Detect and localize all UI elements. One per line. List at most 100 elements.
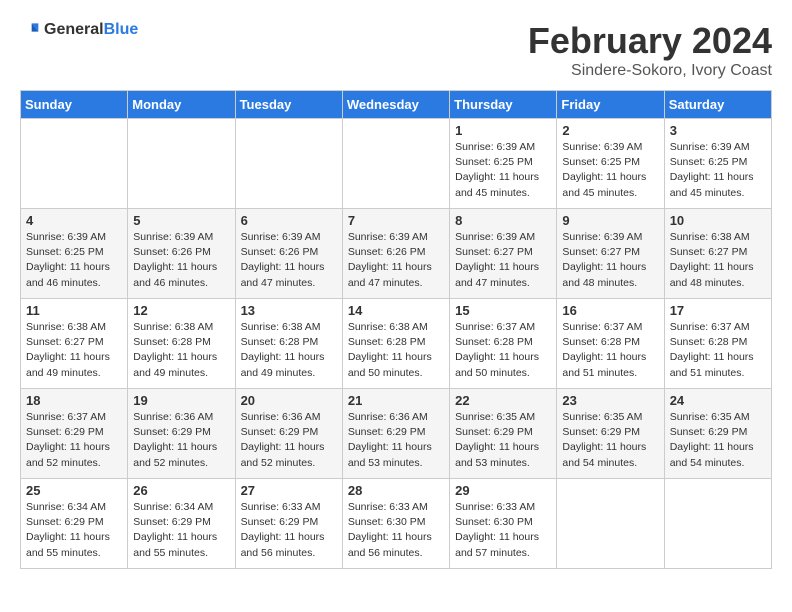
calendar-week-row: 18 Sunrise: 6:37 AMSunset: 6:29 PMDayligh… (21, 389, 772, 479)
day-info: Sunrise: 6:34 AMSunset: 6:29 PMDaylight:… (133, 500, 229, 561)
day-info: Sunrise: 6:38 AMSunset: 6:28 PMDaylight:… (348, 320, 444, 381)
calendar-cell: 18 Sunrise: 6:37 AMSunset: 6:29 PMDayligh… (21, 389, 128, 479)
calendar-cell: 5 Sunrise: 6:39 AMSunset: 6:26 PMDaylight… (128, 209, 235, 299)
day-number: 23 (562, 393, 658, 408)
calendar-week-row: 1 Sunrise: 6:39 AMSunset: 6:25 PMDaylight… (21, 119, 772, 209)
calendar-cell: 26 Sunrise: 6:34 AMSunset: 6:29 PMDayligh… (128, 479, 235, 569)
day-info: Sunrise: 6:35 AMSunset: 6:29 PMDaylight:… (562, 410, 658, 471)
day-number: 11 (26, 303, 122, 318)
calendar-cell (235, 119, 342, 209)
day-info: Sunrise: 6:35 AMSunset: 6:29 PMDaylight:… (455, 410, 551, 471)
calendar-cell: 16 Sunrise: 6:37 AMSunset: 6:28 PMDayligh… (557, 299, 664, 389)
day-info: Sunrise: 6:33 AMSunset: 6:30 PMDaylight:… (348, 500, 444, 561)
day-number: 8 (455, 213, 551, 228)
day-number: 15 (455, 303, 551, 318)
day-info: Sunrise: 6:39 AMSunset: 6:25 PMDaylight:… (455, 140, 551, 201)
calendar-week-row: 4Sunrise: 6:39 AMSunset: 6:25 PMDaylight… (21, 209, 772, 299)
day-number: 26 (133, 483, 229, 498)
calendar-cell: 23 Sunrise: 6:35 AMSunset: 6:29 PMDayligh… (557, 389, 664, 479)
day-info: Sunrise: 6:33 AMSunset: 6:30 PMDaylight:… (455, 500, 551, 561)
day-header-tuesday: Tuesday (235, 91, 342, 119)
calendar-cell: 17 Sunrise: 6:37 AMSunset: 6:28 PMDayligh… (664, 299, 771, 389)
day-number: 1 (455, 123, 551, 138)
calendar-week-row: 11Sunrise: 6:38 AMSunset: 6:27 PMDayligh… (21, 299, 772, 389)
day-number: 27 (241, 483, 337, 498)
day-number: 22 (455, 393, 551, 408)
logo-icon (20, 20, 40, 40)
calendar-cell: 12Sunrise: 6:38 AMSunset: 6:28 PMDayligh… (128, 299, 235, 389)
day-info: Sunrise: 6:36 AMSunset: 6:29 PMDaylight:… (241, 410, 337, 471)
calendar-cell: 6 Sunrise: 6:39 AMSunset: 6:26 PMDaylight… (235, 209, 342, 299)
day-info: Sunrise: 6:39 AMSunset: 6:25 PMDaylight:… (562, 140, 658, 201)
calendar-cell: 19 Sunrise: 6:36 AMSunset: 6:29 PMDayligh… (128, 389, 235, 479)
calendar-cell: 28 Sunrise: 6:33 AMSunset: 6:30 PMDayligh… (342, 479, 449, 569)
day-info: Sunrise: 6:39 AMSunset: 6:26 PMDaylight:… (133, 230, 229, 291)
day-header-thursday: Thursday (450, 91, 557, 119)
day-number: 29 (455, 483, 551, 498)
calendar-cell: 4Sunrise: 6:39 AMSunset: 6:25 PMDaylight… (21, 209, 128, 299)
title-area: February 2024 Sindere-Sokoro, Ivory Coas… (528, 20, 772, 80)
calendar-cell: 24Sunrise: 6:35 AMSunset: 6:29 PMDayligh… (664, 389, 771, 479)
day-number: 21 (348, 393, 444, 408)
day-info: Sunrise: 6:35 AMSunset: 6:29 PMDaylight:… (670, 410, 766, 471)
calendar-cell: 10 Sunrise: 6:38 AMSunset: 6:27 PMDayligh… (664, 209, 771, 299)
calendar-cell: 7 Sunrise: 6:39 AMSunset: 6:26 PMDaylight… (342, 209, 449, 299)
day-info: Sunrise: 6:37 AMSunset: 6:28 PMDaylight:… (670, 320, 766, 381)
day-number: 7 (348, 213, 444, 228)
calendar-cell: 15 Sunrise: 6:37 AMSunset: 6:28 PMDayligh… (450, 299, 557, 389)
day-number: 18 (26, 393, 122, 408)
day-header-friday: Friday (557, 91, 664, 119)
day-info: Sunrise: 6:38 AMSunset: 6:27 PMDaylight:… (670, 230, 766, 291)
day-info: Sunrise: 6:39 AMSunset: 6:26 PMDaylight:… (348, 230, 444, 291)
day-info: Sunrise: 6:39 AMSunset: 6:27 PMDaylight:… (562, 230, 658, 291)
calendar-cell: 20Sunrise: 6:36 AMSunset: 6:29 PMDayligh… (235, 389, 342, 479)
day-info: Sunrise: 6:37 AMSunset: 6:28 PMDaylight:… (455, 320, 551, 381)
day-info: Sunrise: 6:36 AMSunset: 6:29 PMDaylight:… (348, 410, 444, 471)
calendar-cell (342, 119, 449, 209)
day-number: 5 (133, 213, 229, 228)
calendar-cell: 25Sunrise: 6:34 AMSunset: 6:29 PMDayligh… (21, 479, 128, 569)
calendar-table: SundayMondayTuesdayWednesdayThursdayFrid… (20, 90, 772, 569)
calendar-cell (21, 119, 128, 209)
day-info: Sunrise: 6:33 AMSunset: 6:29 PMDaylight:… (241, 500, 337, 561)
calendar-cell: 2Sunrise: 6:39 AMSunset: 6:25 PMDaylight… (557, 119, 664, 209)
calendar-week-row: 25 Sunrise: 6:34 AMSunset: 6:29 PMDayligh… (21, 479, 772, 569)
day-header-monday: Monday (128, 91, 235, 119)
calendar-cell: 27 Sunrise: 6:33 AMSunset: 6:29 PMDayligh… (235, 479, 342, 569)
calendar-cell (664, 479, 771, 569)
day-number: 16 (562, 303, 658, 318)
day-number: 17 (670, 303, 766, 318)
logo-general-text: General (44, 21, 104, 38)
calendar-cell (128, 119, 235, 209)
day-info: Sunrise: 6:39 AMSunset: 6:26 PMDaylight:… (241, 230, 337, 291)
day-number: 28 (348, 483, 444, 498)
day-info: Sunrise: 6:36 AMSunset: 6:29 PMDaylight:… (133, 410, 229, 471)
day-info: Sunrise: 6:37 AMSunset: 6:28 PMDaylight:… (562, 320, 658, 381)
calendar-cell: 14 Sunrise: 6:38 AMSunset: 6:28 PMDayligh… (342, 299, 449, 389)
calendar-cell: 13 Sunrise: 6:38 AMSunset: 6:28 PMDayligh… (235, 299, 342, 389)
calendar-cell (557, 479, 664, 569)
day-info: Sunrise: 6:38 AMSunset: 6:28 PMDaylight:… (133, 320, 229, 381)
calendar-cell: 29 Sunrise: 6:33 AMSunset: 6:30 PMDayligh… (450, 479, 557, 569)
calendar-header-row: SundayMondayTuesdayWednesdayThursdayFrid… (21, 91, 772, 119)
day-info: Sunrise: 6:39 AMSunset: 6:27 PMDaylight:… (455, 230, 551, 291)
calendar-cell: 21 Sunrise: 6:36 AMSunset: 6:29 PMDayligh… (342, 389, 449, 479)
logo: GeneralBlue (20, 20, 138, 40)
calendar-cell: 3Sunrise: 6:39 AMSunset: 6:25 PMDaylight… (664, 119, 771, 209)
calendar-cell: 9Sunrise: 6:39 AMSunset: 6:27 PMDaylight… (557, 209, 664, 299)
day-number: 25 (26, 483, 122, 498)
day-info: Sunrise: 6:38 AMSunset: 6:28 PMDaylight:… (241, 320, 337, 381)
day-info: Sunrise: 6:37 AMSunset: 6:29 PMDaylight:… (26, 410, 122, 471)
day-header-sunday: Sunday (21, 91, 128, 119)
day-number: 6 (241, 213, 337, 228)
day-info: Sunrise: 6:39 AMSunset: 6:25 PMDaylight:… (26, 230, 122, 291)
location-subtitle: Sindere-Sokoro, Ivory Coast (528, 62, 772, 80)
day-number: 19 (133, 393, 229, 408)
day-info: Sunrise: 6:39 AMSunset: 6:25 PMDaylight:… (670, 140, 766, 201)
calendar-cell: 11Sunrise: 6:38 AMSunset: 6:27 PMDayligh… (21, 299, 128, 389)
page-header: GeneralBlue February 2024 Sindere-Sokoro… (20, 20, 772, 80)
day-number: 10 (670, 213, 766, 228)
day-number: 13 (241, 303, 337, 318)
day-number: 14 (348, 303, 444, 318)
day-header-saturday: Saturday (664, 91, 771, 119)
